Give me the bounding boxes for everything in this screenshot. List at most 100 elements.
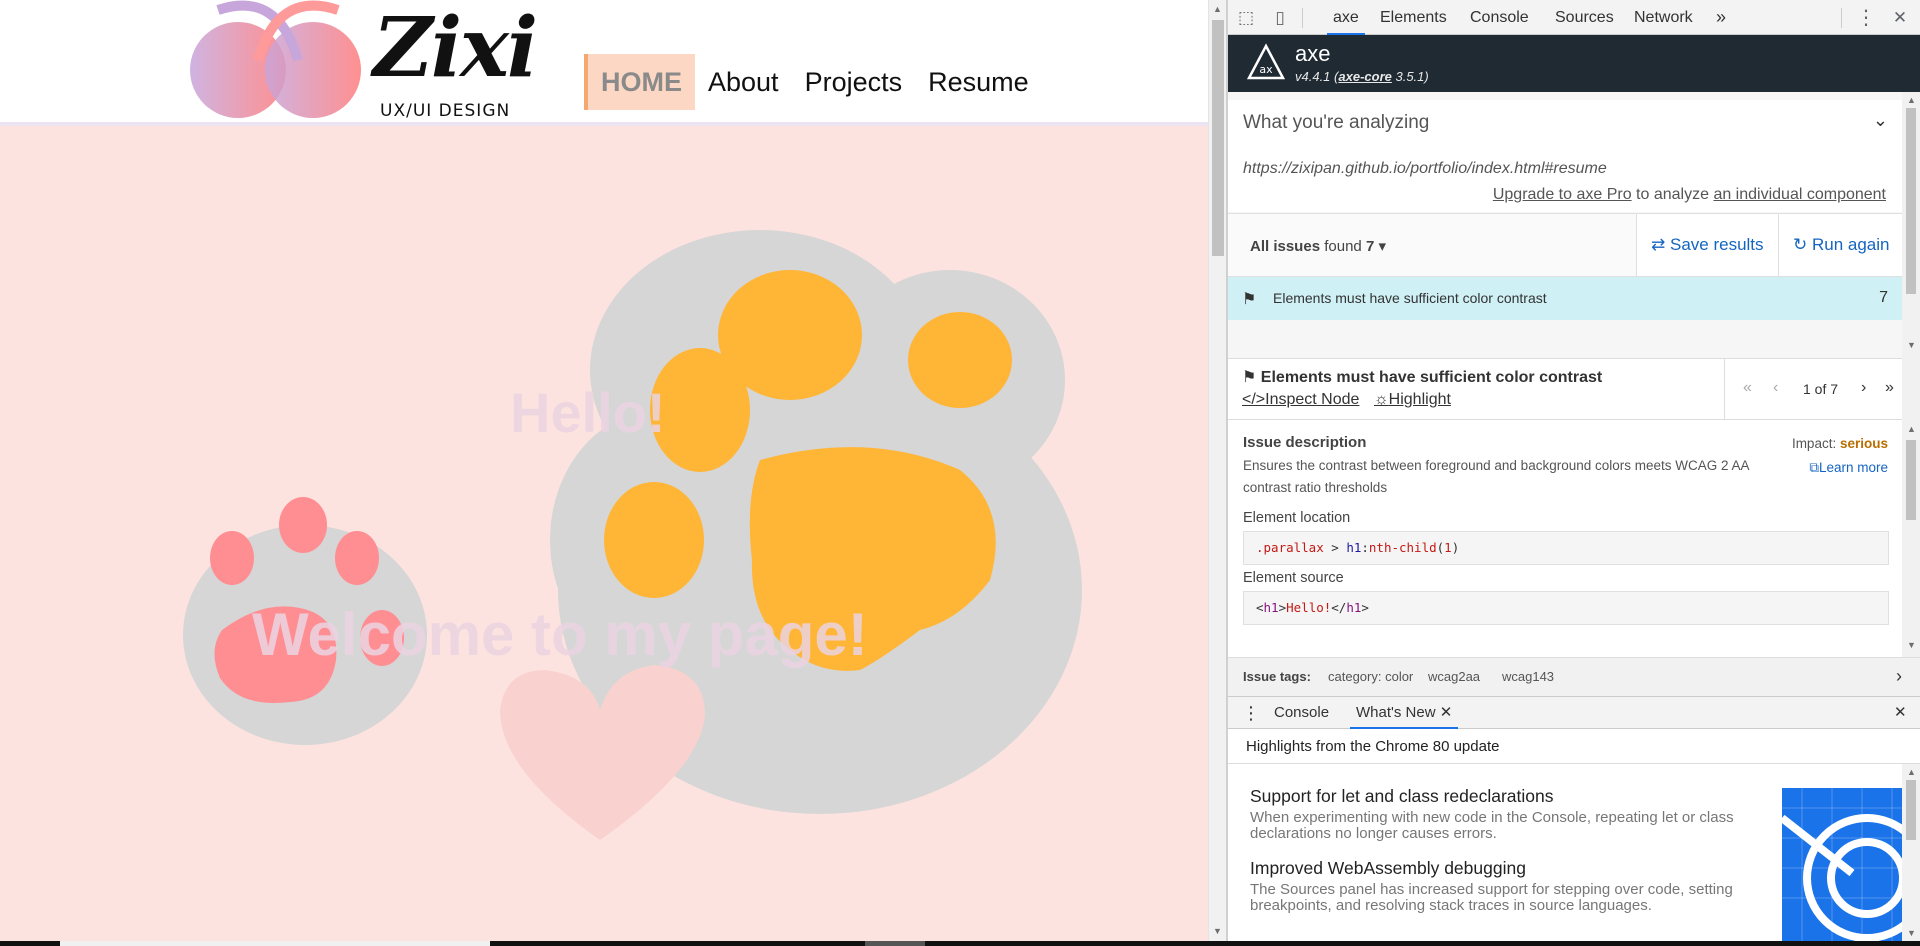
site-scrollbar-thumb[interactable]: [1212, 20, 1224, 256]
flag-icon: ⚑: [1242, 291, 1257, 308]
devtools-close-icon[interactable]: ✕: [1890, 8, 1910, 28]
chevron-right-icon[interactable]: ›: [1896, 666, 1902, 687]
issue-tag: category: color: [1328, 669, 1414, 684]
site-header: Zixi UX/UI DESIGN HOME About Projects Re…: [0, 0, 1208, 126]
analyzing-section: What you're analyzing ⌄ https://zixipan.…: [1228, 100, 1902, 212]
run-again-button[interactable]: ↻ Run again: [1778, 214, 1902, 276]
component-link[interactable]: an individual component: [1713, 186, 1886, 203]
nav-about[interactable]: About: [695, 54, 792, 110]
impact-value: serious: [1839, 436, 1888, 451]
element-location-code: .parallax > h1:nth-child(1): [1243, 531, 1889, 565]
logo-tagline: UX/UI DESIGN: [380, 101, 511, 121]
axe-core-link[interactable]: axe-core: [1338, 69, 1391, 84]
whats-new-item-title[interactable]: Improved WebAssembly debugging: [1250, 858, 1526, 879]
code-icon: </>: [1242, 391, 1266, 408]
axe-header: ax axe v4.4.1 (axe-core 3.5.1): [1228, 35, 1920, 92]
scroll-up-icon[interactable]: ▲: [1213, 4, 1222, 14]
site-scrollbar[interactable]: ▲ ▼: [1208, 0, 1226, 941]
learn-more-link[interactable]: ⧉Learn more: [1809, 460, 1888, 476]
element-source-code: <h1>Hello!</h1>: [1243, 591, 1889, 625]
website-viewport: Hello! Welcome to my page! Zixi UX/UI DE…: [0, 0, 1208, 941]
drawer-tabbar: ⋮ Console What's New ✕ ✕: [1228, 696, 1920, 729]
issue-detail-title: ⚑ Elements must have sufficient color co…: [1242, 369, 1603, 386]
drawer-close-icon[interactable]: ✕: [1894, 697, 1907, 729]
taskbar-segment: [865, 941, 925, 946]
inspect-element-icon[interactable]: ⬚: [1236, 8, 1256, 28]
drawer-tab-console[interactable]: Console: [1274, 697, 1329, 729]
caret-down-icon: ▾: [1378, 238, 1386, 255]
more-tabs-icon[interactable]: »: [1716, 0, 1726, 35]
element-location-label: Element location: [1243, 510, 1351, 526]
paw-illustration: [183, 230, 1082, 840]
hero-hello-heading: Hello!: [510, 381, 666, 444]
scroll-down-icon[interactable]: ▼: [1907, 340, 1916, 350]
issue-pager: « ‹ 1 of 7 › »: [1724, 359, 1902, 419]
issue-detail-header: ⚑ Elements must have sufficient color co…: [1228, 358, 1902, 420]
highlight-icon: ☼: [1374, 391, 1389, 408]
flag-icon: ⚑: [1242, 369, 1257, 386]
tab-axe[interactable]: axe: [1327, 0, 1365, 35]
whats-new-scrollbar-thumb[interactable]: [1906, 780, 1916, 840]
screen: Hello! Welcome to my page! Zixi UX/UI DE…: [0, 0, 1920, 946]
tab-network[interactable]: Network: [1634, 0, 1693, 35]
whats-new-scrollbar[interactable]: ▲ ▼: [1902, 764, 1920, 941]
first-page-icon[interactable]: «: [1743, 379, 1752, 397]
nav-home[interactable]: HOME: [584, 54, 695, 110]
axe-scrollbar-thumb-detail[interactable]: [1906, 440, 1916, 520]
issue-list-item[interactable]: ⚑ Elements must have sufficient color co…: [1228, 277, 1902, 320]
analyzing-url: https://zixipan.github.io/portfolio/inde…: [1243, 160, 1607, 177]
logo-emblem-icon: [190, 0, 361, 118]
nav-projects[interactable]: Projects: [792, 54, 916, 110]
drawer-menu-icon[interactable]: ⋮: [1242, 697, 1260, 729]
tabbar-separator: [1841, 8, 1842, 28]
whats-new-item-title[interactable]: Support for let and class redeclarations: [1250, 786, 1554, 807]
inspect-node-link[interactable]: </>Inspect Node: [1242, 391, 1359, 409]
prev-page-icon[interactable]: ‹: [1773, 379, 1778, 397]
upgrade-link[interactable]: Upgrade to axe Pro: [1493, 186, 1632, 203]
tab-elements[interactable]: Elements: [1380, 0, 1447, 35]
save-results-button[interactable]: ⇄ Save results: [1636, 214, 1778, 276]
last-page-icon[interactable]: »: [1885, 379, 1894, 397]
element-source-label: Element source: [1243, 570, 1344, 586]
refresh-icon: ↻: [1793, 235, 1808, 254]
external-link-icon: ⧉: [1809, 460, 1819, 475]
devtools-menu-icon[interactable]: ⋮: [1856, 8, 1876, 28]
next-page-icon[interactable]: ›: [1861, 379, 1866, 397]
tab-sources[interactable]: Sources: [1555, 0, 1614, 35]
site-logo[interactable]: Zixi UX/UI DESIGN: [178, 0, 538, 124]
highlight-link[interactable]: ☼Highlight: [1374, 391, 1451, 409]
scroll-up-icon[interactable]: ▲: [1907, 95, 1916, 105]
whats-new-item-body: The Sources panel has increased support …: [1250, 881, 1733, 914]
swap-icon: ⇄: [1651, 235, 1666, 254]
issue-tags-label: Issue tags:: [1243, 669, 1311, 684]
axe-scrollbar-thumb-top[interactable]: [1906, 108, 1916, 294]
axe-logo-icon: ax: [1246, 43, 1286, 80]
scroll-down-icon[interactable]: ▼: [1213, 926, 1222, 936]
scroll-down-icon[interactable]: ▼: [1907, 928, 1916, 938]
axe-scrollbar[interactable]: ▲ ▼ ▲ ▼: [1902, 92, 1920, 657]
site-nav: HOME About Projects Resume: [584, 54, 1042, 110]
scroll-up-icon[interactable]: ▲: [1907, 424, 1916, 434]
issue-description-title: Issue description: [1243, 434, 1367, 451]
logo-wordmark: Zixi: [373, 0, 538, 96]
upgrade-line: Upgrade to axe Pro to analyze an individ…: [1492, 186, 1886, 203]
tab-console[interactable]: Console: [1470, 0, 1529, 35]
axe-title: axe: [1295, 41, 1331, 66]
chevron-down-icon[interactable]: ⌄: [1873, 110, 1888, 131]
whats-new-list: Support for let and class redeclarations…: [1228, 764, 1902, 941]
devtools-panel: ⬚ ▯ axe Elements Console Sources Network…: [1228, 0, 1920, 941]
all-issues-dropdown[interactable]: All issues found 7 ▾: [1250, 237, 1386, 255]
drawer-tab-whats-new[interactable]: What's New ✕: [1350, 697, 1459, 729]
close-tab-icon[interactable]: ✕: [1440, 704, 1453, 721]
device-toolbar-icon[interactable]: ▯: [1270, 8, 1290, 28]
scroll-up-icon[interactable]: ▲: [1907, 767, 1916, 777]
issues-toolbar: All issues found 7 ▾ ⇄ Save results ↻ Ru…: [1228, 213, 1902, 277]
whats-new-highlights: Highlights from the Chrome 80 update: [1246, 738, 1500, 755]
issue-tag: wcag143: [1502, 669, 1555, 684]
nav-resume[interactable]: Resume: [915, 54, 1042, 110]
tabbar-separator: [1302, 8, 1303, 28]
scroll-down-icon[interactable]: ▼: [1907, 640, 1916, 650]
hero-welcome-heading: Welcome to my page!: [252, 601, 868, 668]
analyzing-title: What you're analyzing: [1243, 112, 1430, 133]
whats-new-graphic: [1782, 788, 1902, 941]
